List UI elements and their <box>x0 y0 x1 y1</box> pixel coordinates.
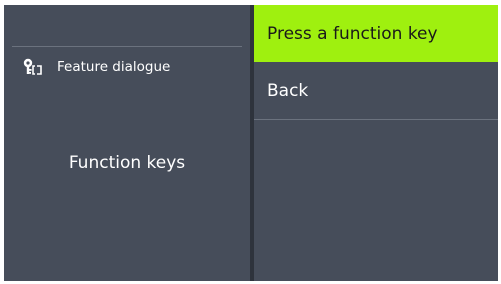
device-screen: Feature dialogue Function keys Press a f… <box>4 5 498 281</box>
feature-dialogue-row: Feature dialogue <box>22 57 170 77</box>
menu-item-back[interactable]: Back <box>254 62 498 119</box>
feature-dialogue-label: Feature dialogue <box>57 59 171 75</box>
left-top-divider <box>12 46 242 47</box>
menu-divider <box>254 119 498 120</box>
left-pane: Feature dialogue Function keys <box>4 5 250 281</box>
menu-item-label: Press a function key <box>267 23 438 44</box>
menu-item-label: Back <box>267 80 309 101</box>
menu-item-press-function-key[interactable]: Press a function key <box>254 5 498 62</box>
function-keys-title: Function keys <box>68 153 186 173</box>
menu-pane: Press a function key Back <box>254 5 498 281</box>
key-speech-icon <box>22 58 44 76</box>
